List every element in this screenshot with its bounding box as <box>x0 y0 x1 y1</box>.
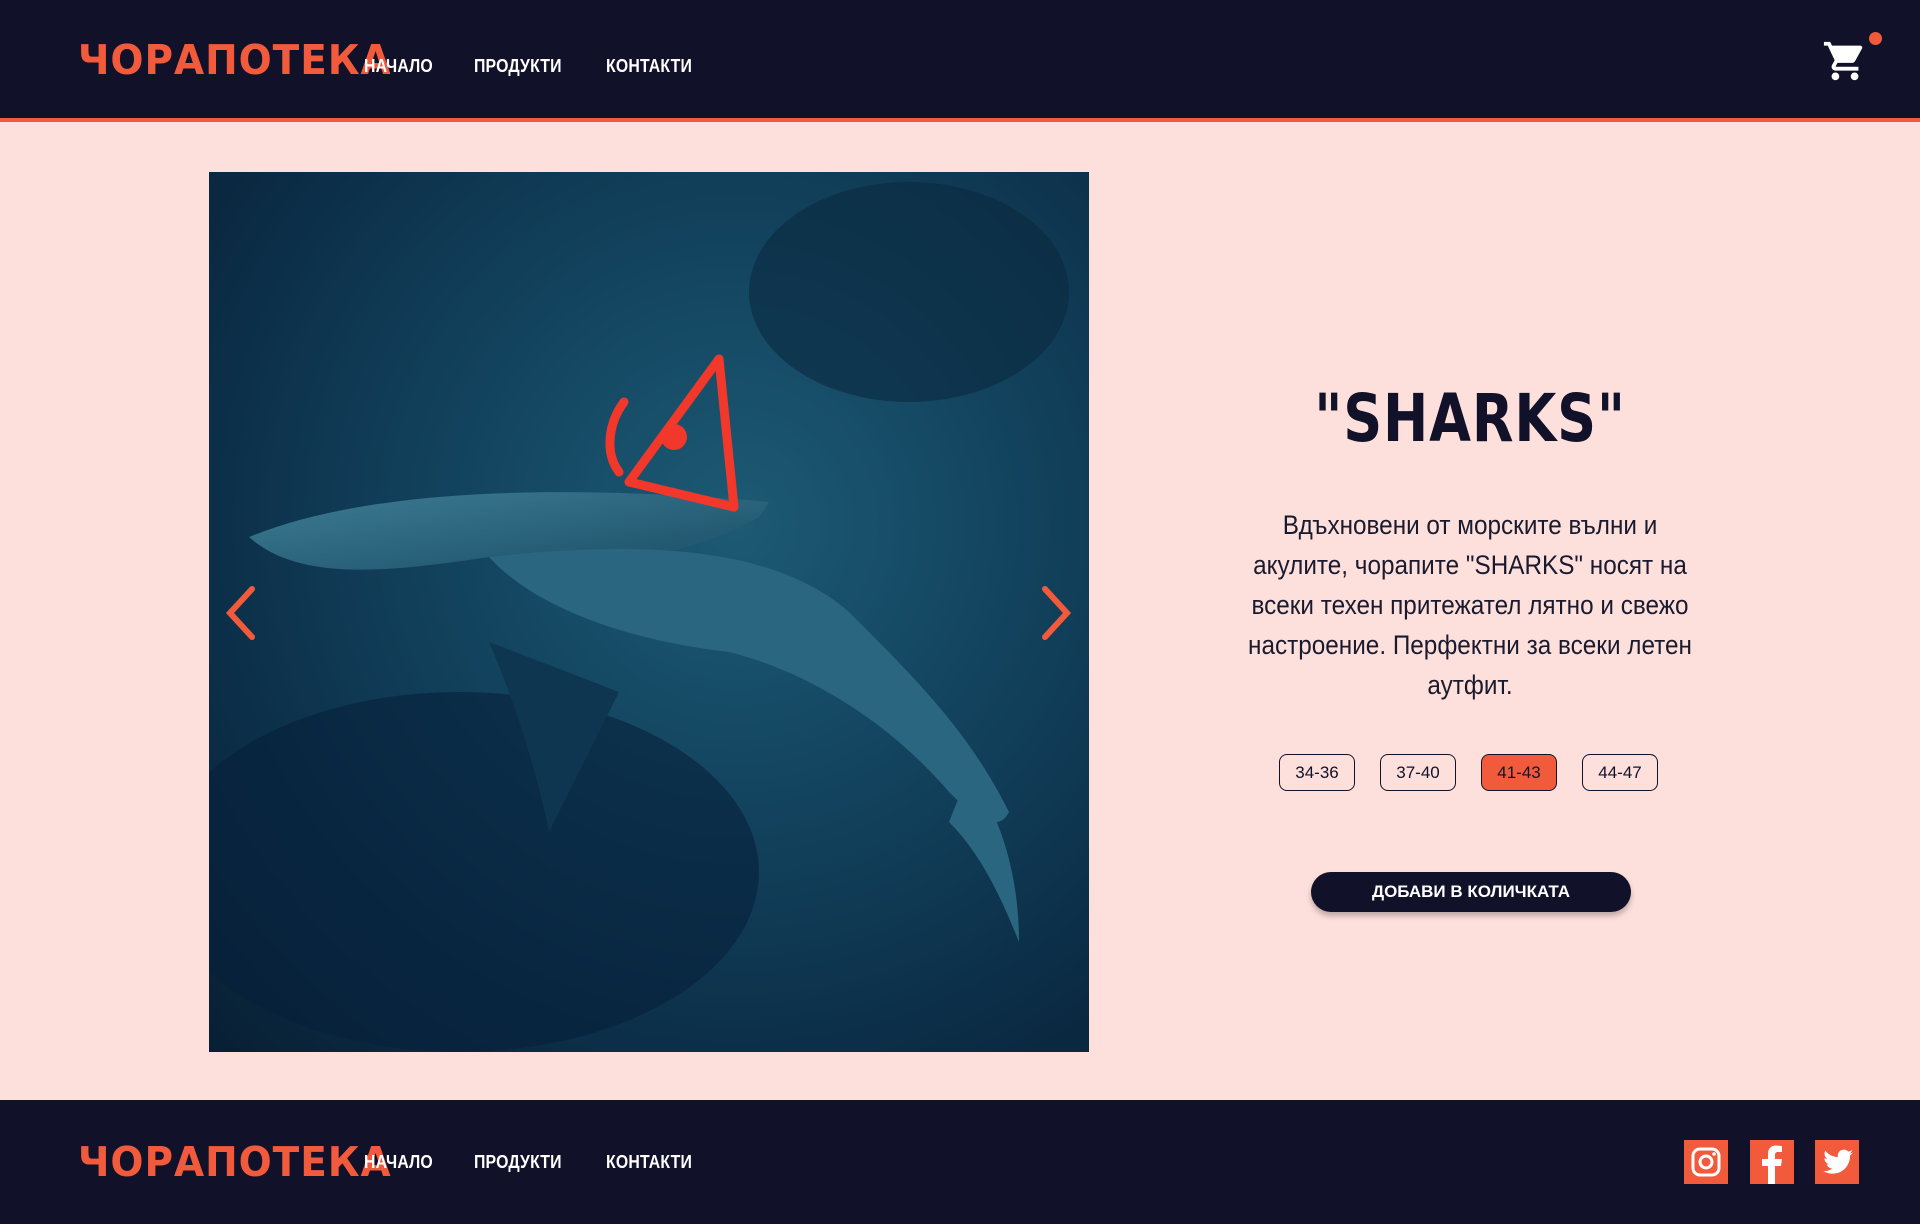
cart-badge-dot <box>1869 32 1882 45</box>
add-to-cart-button[interactable]: ДОБАВИ В КОЛИЧКАТА <box>1311 872 1631 912</box>
main-nav: НАЧАЛО ПРОДУКТИ КОНТАКТИ <box>364 56 704 77</box>
previous-image-arrow-icon[interactable] <box>222 583 262 643</box>
site-footer: ЧОРАПОТЕКА НАЧАЛО ПРОДУКТИ КОНТАКТИ <box>0 1100 1920 1224</box>
nav-contacts[interactable]: КОНТАКТИ <box>606 56 692 77</box>
twitter-icon[interactable] <box>1815 1140 1859 1184</box>
size-option-37-40[interactable]: 37-40 <box>1380 754 1456 791</box>
facebook-icon[interactable] <box>1750 1140 1794 1184</box>
chevron-right-icon <box>1042 586 1072 640</box>
instagram-glyph <box>1691 1147 1721 1177</box>
cart-icon[interactable] <box>1822 38 1868 84</box>
footer-logo[interactable]: ЧОРАПОТЕКА <box>78 1138 392 1186</box>
next-image-arrow-icon[interactable] <box>1035 583 1075 643</box>
size-selector: 34-36 37-40 41-43 44-47 <box>1279 754 1658 791</box>
facebook-glyph <box>1762 1145 1782 1184</box>
footer-nav-home[interactable]: НАЧАЛО <box>364 1152 433 1173</box>
product-info: "SHARKS" Вдъхновени от морските вълни и … <box>1190 380 1750 705</box>
twitter-glyph <box>1823 1149 1853 1174</box>
nav-home[interactable]: НАЧАЛО <box>364 56 433 77</box>
shark-photo <box>209 182 1069 1052</box>
site-header: ЧОРАПОТЕКА НАЧАЛО ПРОДУКТИ КОНТАКТИ <box>0 0 1920 122</box>
product-image <box>209 172 1089 1052</box>
nav-products[interactable]: ПРОДУКТИ <box>474 56 562 77</box>
logo[interactable]: ЧОРАПОТЕКА <box>78 36 392 84</box>
size-option-44-47[interactable]: 44-47 <box>1582 754 1658 791</box>
size-option-34-36[interactable]: 34-36 <box>1279 754 1355 791</box>
instagram-icon[interactable] <box>1684 1140 1728 1184</box>
cart-icon-svg <box>1823 41 1863 81</box>
size-option-41-43-selected[interactable]: 41-43 <box>1481 754 1557 791</box>
product-description: Вдъхновени от морските вълни и акулите, … <box>1248 510 1692 700</box>
footer-nav-contacts[interactable]: КОНТАКТИ <box>606 1152 692 1173</box>
chevron-left-icon <box>225 586 255 640</box>
footer-nav-products[interactable]: ПРОДУКТИ <box>474 1152 562 1173</box>
product-title: "SHARKS" <box>1314 380 1626 457</box>
footer-nav: НАЧАЛО ПРОДУКТИ КОНТАКТИ <box>364 1152 704 1173</box>
